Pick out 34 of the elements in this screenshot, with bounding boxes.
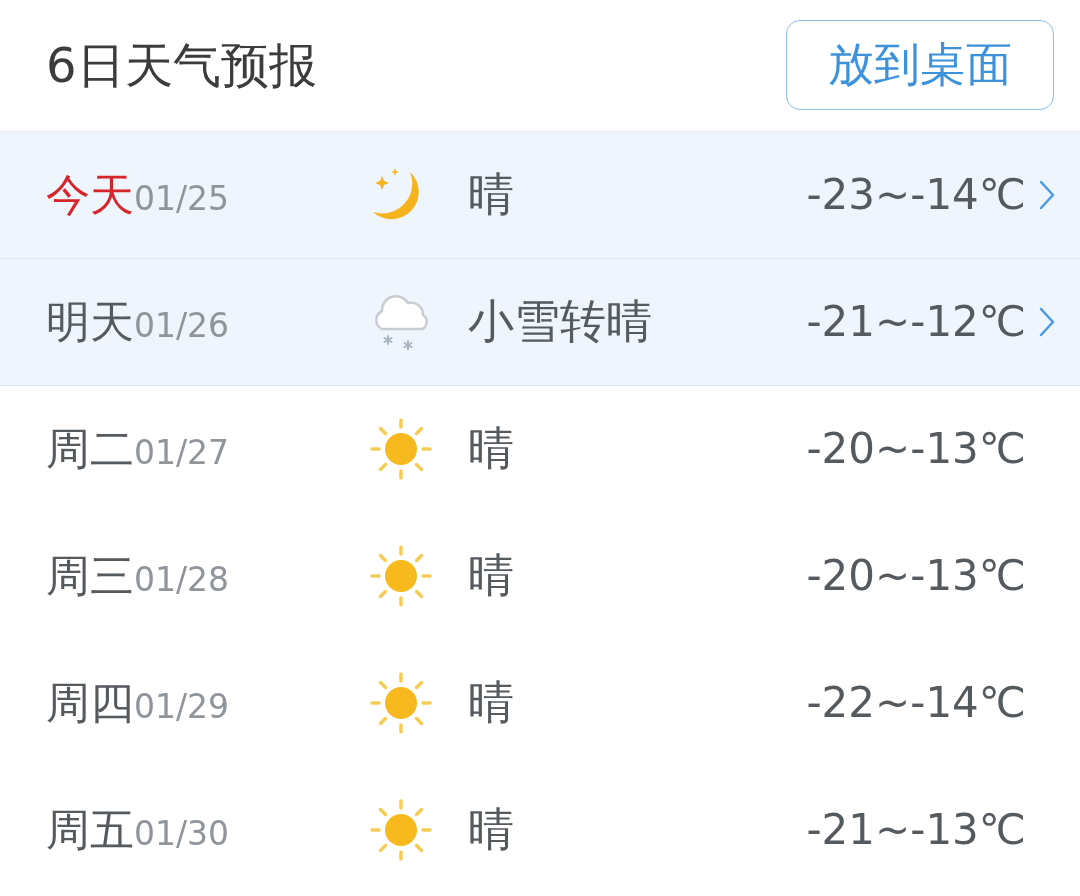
add-to-desktop-button[interactable]: 放到桌面: [786, 19, 1054, 110]
date-label: 01/27: [134, 432, 230, 473]
date-label: 01/29: [134, 686, 230, 727]
date-label: 01/25: [134, 178, 230, 219]
temperature-range: -20~-13℃: [806, 550, 1026, 602]
forecast-title: 6日天气预报: [46, 36, 317, 95]
day-label: 周二: [46, 422, 134, 476]
sun-icon: [368, 797, 434, 863]
day-label: 周五: [46, 803, 134, 857]
chevron-right-icon[interactable]: [1038, 306, 1056, 338]
day-label: 明天: [46, 295, 134, 349]
date-label: 01/30: [134, 813, 230, 854]
date-label: 01/26: [134, 305, 230, 346]
weather-condition: 晴: [468, 802, 515, 858]
sun-icon: [368, 670, 434, 736]
day-label: 周四: [46, 676, 134, 730]
date-label: 01/28: [134, 559, 230, 600]
temperature-range: -22~-14℃: [806, 677, 1026, 729]
chevron-right-icon[interactable]: [1038, 179, 1056, 211]
temperature-range: -21~-12℃: [806, 296, 1026, 348]
weather-condition: 小雪转晴: [468, 294, 653, 350]
weather-condition: 晴: [468, 548, 515, 604]
day-label: 周三: [46, 549, 134, 603]
day-label: 今天: [46, 168, 134, 222]
temperature-range: -21~-13℃: [806, 804, 1026, 856]
temperature-range: -20~-13℃: [806, 423, 1026, 475]
weather-condition: 晴: [468, 675, 515, 731]
temperature-range: -23~-14℃: [806, 169, 1026, 221]
sun-icon: [368, 543, 434, 609]
weather-condition: 晴: [468, 421, 515, 477]
forecast-row[interactable]: 今天01/25 晴 -23~-14℃: [0, 132, 1080, 259]
weather-condition: 晴: [468, 167, 515, 223]
forecast-row[interactable]: 明天01/26 小雪转晴 -21~-12℃: [0, 259, 1080, 386]
sun-icon: [368, 416, 434, 482]
